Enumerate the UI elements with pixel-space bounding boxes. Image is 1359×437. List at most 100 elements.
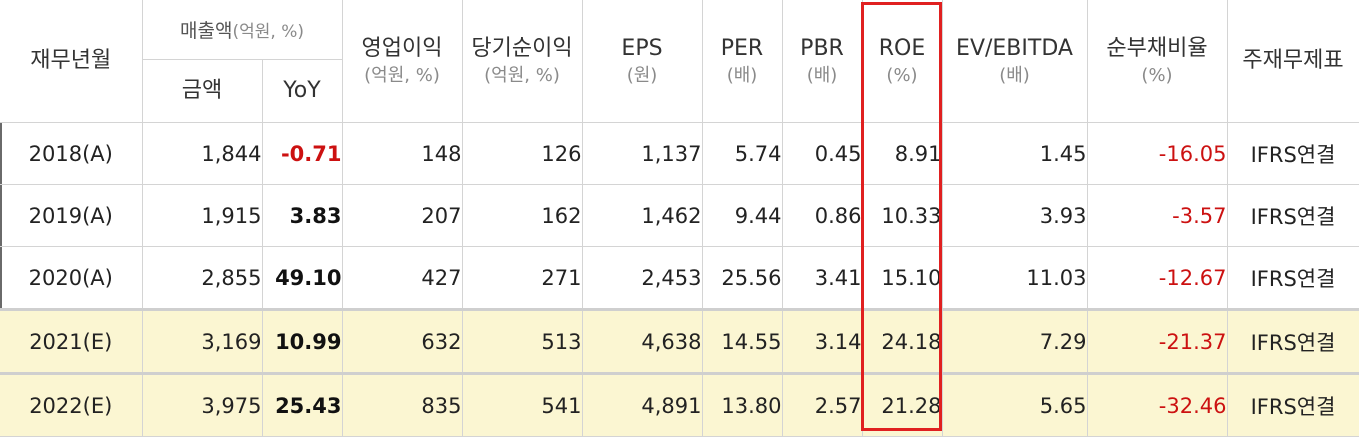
cell-roe: 8.91 [862,122,943,185]
header-pbr-label: PBR [800,36,844,61]
cell-eps: 1,137 [582,122,703,185]
header-sales-label: 매출액 [180,20,233,42]
cell-period: 2021(E) [0,309,143,374]
cell-period: 2019(A) [0,184,143,247]
header-yoy: YoY [262,59,343,123]
header-net-debt-label: 순부채비율 [1106,36,1208,61]
header-ev-ebitda-label: EV/EBITDA [956,36,1073,61]
cell-basis: IFRS연결 [1227,122,1359,185]
header-period-label: 재무년월 [30,48,112,73]
cell-per: 14.55 [702,309,783,374]
header-amount-label: 금액 [181,78,223,103]
header-pbr-unit: (배) [806,65,838,86]
cell-basis: IFRS연결 [1227,246,1359,310]
cell-basis: IFRS연결 [1227,184,1359,247]
header-basis: 주재무제표 [1227,0,1359,123]
financial-summary-table: 재무년월 매출액(억원, %) 영업이익 (억원, %) 당기순이익 (억원, … [0,0,1359,437]
cell-ev-ebitda: 3.93 [942,184,1088,247]
cell-eps: 4,638 [582,309,703,374]
header-op-income-unit: (억원, %) [364,65,440,86]
header-eps-label: EPS [621,36,663,61]
header-pbr: PBR (배) [782,0,863,123]
cell-ev-ebitda: 11.03 [942,246,1088,310]
header-sales: 매출액(억원, %) [142,0,343,60]
header-net-debt-ratio: 순부채비율 (%) [1087,0,1228,123]
cell-period: 2018(A) [0,122,143,185]
header-net-income-label: 당기순이익 [471,36,573,61]
cell-basis: IFRS연결 [1227,309,1359,374]
cell-per: 9.44 [702,184,783,247]
header-net-income-unit: (억원, %) [484,65,560,86]
cell-pbr: 0.45 [782,122,863,185]
table-row: 2020(A) 2,855 49.10 427 271 2,453 25.56 3.41 15.… [0,246,1359,310]
header-roe: ROE (%) [862,0,943,123]
cell-eps: 4,891 [582,373,703,437]
cell-pbr: 2.57 [782,373,863,437]
cell-eps: 1,462 [582,184,703,247]
table-row: 2021(E) 3,169 10.99 632 513 4,638 14.55 3.14 24.… [0,309,1359,374]
header-eps-unit: (원) [626,65,658,86]
cell-yoy: 25.43 [262,373,343,437]
header-per-label: PER [720,36,764,61]
header-op-income-label: 영업이익 [361,36,443,61]
table-row: 2018(A) 1,844 -0.71 148 126 1,137 5.74 0.45 8.91… [0,122,1359,185]
cell-op-income: 427 [342,246,463,310]
header-amount: 금액 [142,59,263,123]
cell-amount: 3,169 [142,309,263,374]
cell-yoy: -0.71 [262,122,343,185]
table-body: 2018(A) 1,844 -0.71 148 126 1,137 5.74 0.45 8.91… [0,122,1359,437]
cell-amount: 1,915 [142,184,263,247]
header-period: 재무년월 [0,0,143,123]
cell-amount: 1,844 [142,122,263,185]
cell-period: 2020(A) [0,246,143,310]
cell-per: 13.80 [702,373,783,437]
cell-op-income: 148 [342,122,463,185]
cell-ev-ebitda: 1.45 [942,122,1088,185]
cell-amount: 3,975 [142,373,263,437]
cell-net-income: 513 [462,309,583,374]
header-ev-ebitda-unit: (배) [999,65,1030,86]
header-roe-unit: (%) [886,65,918,86]
cell-roe: 21.28 [862,373,943,437]
cell-net-debt: -32.46 [1087,373,1228,437]
header-sales-unit: (억원, %) [232,22,304,42]
cell-yoy: 49.10 [262,246,343,310]
header-net-income: 당기순이익 (억원, %) [462,0,583,123]
cell-ev-ebitda: 7.29 [942,309,1088,374]
cell-pbr: 0.86 [782,184,863,247]
cell-net-income: 271 [462,246,583,310]
cell-roe: 10.33 [862,184,943,247]
cell-roe: 15.10 [862,246,943,310]
cell-yoy: 3.83 [262,184,343,247]
header-per-unit: (배) [726,65,758,86]
cell-net-debt: -21.37 [1087,309,1228,374]
header-roe-label: ROE [878,36,926,61]
cell-op-income: 632 [342,309,463,374]
cell-net-income: 541 [462,373,583,437]
header-basis-label: 주재무제표 [1242,48,1344,73]
cell-op-income: 207 [342,184,463,247]
cell-ev-ebitda: 5.65 [942,373,1088,437]
header-net-debt-unit: (%) [1141,65,1173,86]
header-yoy-label: YoY [283,78,321,103]
table-row: 2022(E) 3,975 25.43 835 541 4,891 13.80 2.57 21.… [0,373,1359,437]
header-ev-ebitda: EV/EBITDA (배) [942,0,1088,123]
cell-net-debt: -3.57 [1087,184,1228,247]
cell-net-income: 126 [462,122,583,185]
header-per: PER (배) [702,0,783,123]
cell-eps: 2,453 [582,246,703,310]
cell-per: 25.56 [702,246,783,310]
cell-yoy: 10.99 [262,309,343,374]
cell-pbr: 3.41 [782,246,863,310]
table-row: 2019(A) 1,915 3.83 207 162 1,462 9.44 0.86 10.33… [0,184,1359,247]
cell-roe: 24.18 [862,309,943,374]
cell-basis: IFRS연결 [1227,373,1359,437]
cell-net-debt: -16.05 [1087,122,1228,185]
header-eps: EPS (원) [582,0,703,123]
cell-net-income: 162 [462,184,583,247]
header-op-income: 영업이익 (억원, %) [342,0,463,123]
cell-per: 5.74 [702,122,783,185]
cell-amount: 2,855 [142,246,263,310]
cell-net-debt: -12.67 [1087,246,1228,310]
cell-pbr: 3.14 [782,309,863,374]
